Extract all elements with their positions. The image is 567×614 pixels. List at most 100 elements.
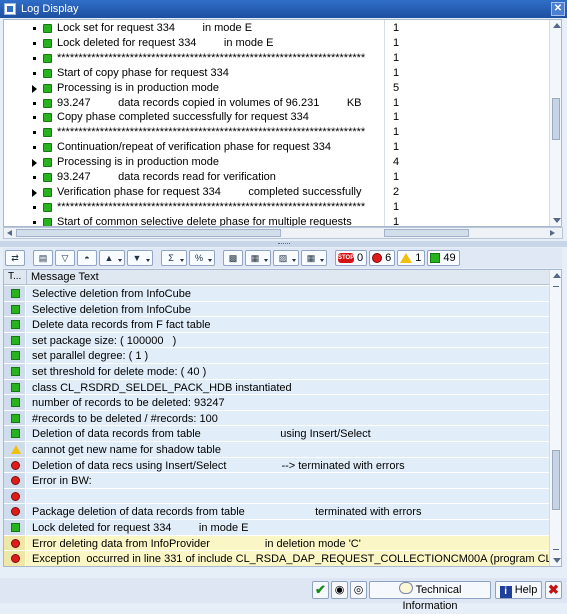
message-row[interactable]: Delete data records from F fact table xyxy=(4,317,549,333)
find-button[interactable]: ◉ xyxy=(331,581,348,599)
message-text: class CL_RSDRD_SELDEL_PACK_HDB instantia… xyxy=(32,381,292,394)
find-icon[interactable]: ◓ xyxy=(77,250,97,266)
help-button[interactable]: i Help xyxy=(495,581,542,599)
tree-row[interactable]: ****************************************… xyxy=(4,125,549,140)
subtotal-dropdown-icon[interactable]: % xyxy=(189,250,215,266)
message-row[interactable]: Package deletion of data records from ta… xyxy=(4,504,549,520)
message-row[interactable]: set parallel degree: ( 1 ) xyxy=(4,348,549,364)
details-icon[interactable]: ⇄ xyxy=(5,250,25,266)
tree-row-text: Verification phase for request 334 compl… xyxy=(57,185,362,198)
tree-row[interactable]: Start of copy phase for request 334 1 xyxy=(4,66,549,81)
message-row[interactable]: Error deleting data from InfoProvider in… xyxy=(4,535,549,552)
filter-icon[interactable]: ▽ xyxy=(55,250,75,266)
error-messages-filter[interactable]: 6 xyxy=(369,250,396,266)
success-status-icon xyxy=(43,143,52,153)
tree-row[interactable]: Verification phase for request 334 compl… xyxy=(4,185,549,200)
views-dropdown-icon[interactable]: ▨ xyxy=(273,250,299,266)
message-row[interactable]: Selective deletion from InfoCube xyxy=(4,301,549,318)
tree-row-text: Lock deleted for request 334 in mode E xyxy=(57,36,274,49)
message-row[interactable]: Selective deletion from InfoCube xyxy=(4,286,549,302)
tree-row-text: Start of common selective delete phase f… xyxy=(57,215,352,227)
tree-row[interactable]: ****************************************… xyxy=(4,51,549,66)
scroll-thumb-left-pane[interactable] xyxy=(16,229,281,237)
page-up-icon[interactable] xyxy=(553,286,559,287)
bullet-icon xyxy=(33,116,36,120)
log-tree-panel: Lock set for request 334 in mode E 1 Lock … xyxy=(3,19,562,227)
message-row[interactable]: Error in BW: xyxy=(4,473,549,489)
splitter-grip-icon[interactable] xyxy=(278,243,290,245)
page-down-icon[interactable] xyxy=(553,549,559,550)
message-text-column-header[interactable]: Message Text xyxy=(31,271,99,283)
export-dropdown-icon[interactable]: ▦ xyxy=(245,250,271,266)
message-text: set package size: ( 100000 ) xyxy=(32,334,177,347)
message-text: set parallel degree: ( 1 ) xyxy=(32,350,149,363)
window-app-icon xyxy=(4,3,16,15)
continue-button[interactable]: ✔ xyxy=(312,581,329,599)
scroll-right-arrow-icon[interactable] xyxy=(550,230,555,236)
tree-row[interactable]: Processing is in production mode 5 xyxy=(4,81,549,96)
tree-vertical-scrollbar[interactable] xyxy=(549,20,561,226)
stop-messages-filter[interactable]: STOP 0 xyxy=(335,250,368,266)
success-status-icon xyxy=(43,38,52,48)
tree-row[interactable]: ****************************************… xyxy=(4,200,549,215)
layout-dropdown-icon[interactable]: ▦ xyxy=(301,250,327,266)
sum-dropdown-icon[interactable]: Σ xyxy=(161,250,187,266)
message-text: Deletion of data records from table usin… xyxy=(32,428,371,441)
bottom-button-bar: ✔ ◉ ◎ Technical Information i Help ✖ xyxy=(0,578,567,612)
message-row[interactable]: set threshold for delete mode: ( 40 ) xyxy=(4,364,549,380)
success-status-icon xyxy=(11,351,20,361)
expand-caret-icon[interactable] xyxy=(32,188,37,197)
tree-row[interactable]: 93.247 data records copied in volumes of… xyxy=(4,96,549,111)
tree-row[interactable]: 93.247 data records read for verificatio… xyxy=(4,170,549,185)
message-row[interactable]: Exception occurred in line 331 of includ… xyxy=(4,551,561,566)
message-text: Lock deleted for request 334 in mode E xyxy=(32,522,249,534)
success-status-icon xyxy=(43,187,52,197)
tree-row[interactable]: Continuation/repeat of verification phas… xyxy=(4,140,549,155)
scroll-up-arrow-icon[interactable] xyxy=(553,23,561,28)
print-preview-icon[interactable]: ▩ xyxy=(223,250,243,266)
message-row[interactable]: class CL_RSDRD_SELDEL_PACK_HDB instantia… xyxy=(4,379,549,396)
message-row[interactable] xyxy=(4,488,549,505)
tree-row[interactable]: Start of common selective delete phase f… xyxy=(4,215,549,227)
scroll-down-arrow-icon[interactable] xyxy=(553,218,561,223)
type-column-header[interactable]: T... xyxy=(8,271,21,282)
tree-row[interactable]: Lock set for request 334 in mode E 1 xyxy=(4,21,549,36)
scroll-thumb-right-pane[interactable] xyxy=(384,229,469,237)
technical-information-button[interactable]: Technical Information xyxy=(369,581,491,612)
message-row[interactable]: cannot get new name for shadow table xyxy=(4,442,549,458)
sort-dropdown-icon[interactable]: ▲ xyxy=(99,250,125,266)
tree-row[interactable]: Processing is in production mode 4 xyxy=(4,155,549,170)
success-messages-filter[interactable]: 49 xyxy=(427,250,460,266)
scroll-thumb[interactable] xyxy=(552,98,560,140)
warning-messages-filter[interactable]: 1 xyxy=(397,250,426,266)
cancel-x-icon: ✖ xyxy=(548,582,559,597)
scroll-thumb[interactable] xyxy=(552,450,560,510)
scroll-up-arrow-icon[interactable] xyxy=(553,273,561,278)
success-status-icon xyxy=(11,523,20,532)
tree-row[interactable]: Copy phase completed successfully for re… xyxy=(4,110,549,125)
message-list-vertical-scrollbar[interactable] xyxy=(549,270,561,566)
bullet-icon xyxy=(33,101,36,105)
tree-row[interactable]: Lock deleted for request 334 in mode E 1 xyxy=(4,36,549,51)
find-next-button[interactable]: ◎ xyxy=(350,581,367,599)
window-close-button[interactable]: ✕ xyxy=(551,2,565,16)
success-status-icon xyxy=(11,289,20,298)
tree-horizontal-scrollbar[interactable] xyxy=(3,227,563,239)
scroll-down-arrow-icon[interactable] xyxy=(553,558,561,563)
message-row[interactable]: set package size: ( 100000 ) xyxy=(4,332,549,349)
expand-caret-icon[interactable] xyxy=(32,84,37,93)
cancel-button[interactable]: ✖ xyxy=(545,581,562,599)
message-row[interactable]: Deletion of data recs using Insert/Selec… xyxy=(4,457,549,474)
scroll-left-arrow-icon[interactable] xyxy=(7,230,12,236)
tree-row-count: 5 xyxy=(393,81,400,94)
message-row[interactable]: Lock deleted for request 334 in mode E xyxy=(4,520,549,536)
message-row[interactable]: Deletion of data records from table usin… xyxy=(4,426,549,442)
set-filter-dropdown-icon[interactable]: ▼ xyxy=(127,250,153,266)
success-status-icon xyxy=(43,173,52,182)
expand-caret-icon[interactable] xyxy=(32,159,37,168)
pane-splitter[interactable] xyxy=(0,241,567,247)
message-row[interactable]: number of records to be deleted: 93247 xyxy=(4,395,549,411)
print-icon[interactable]: ▤ xyxy=(33,250,53,266)
message-row[interactable]: #records to be deleted / #records: 100 xyxy=(4,410,549,427)
tree-row-count: 1 xyxy=(393,22,400,34)
